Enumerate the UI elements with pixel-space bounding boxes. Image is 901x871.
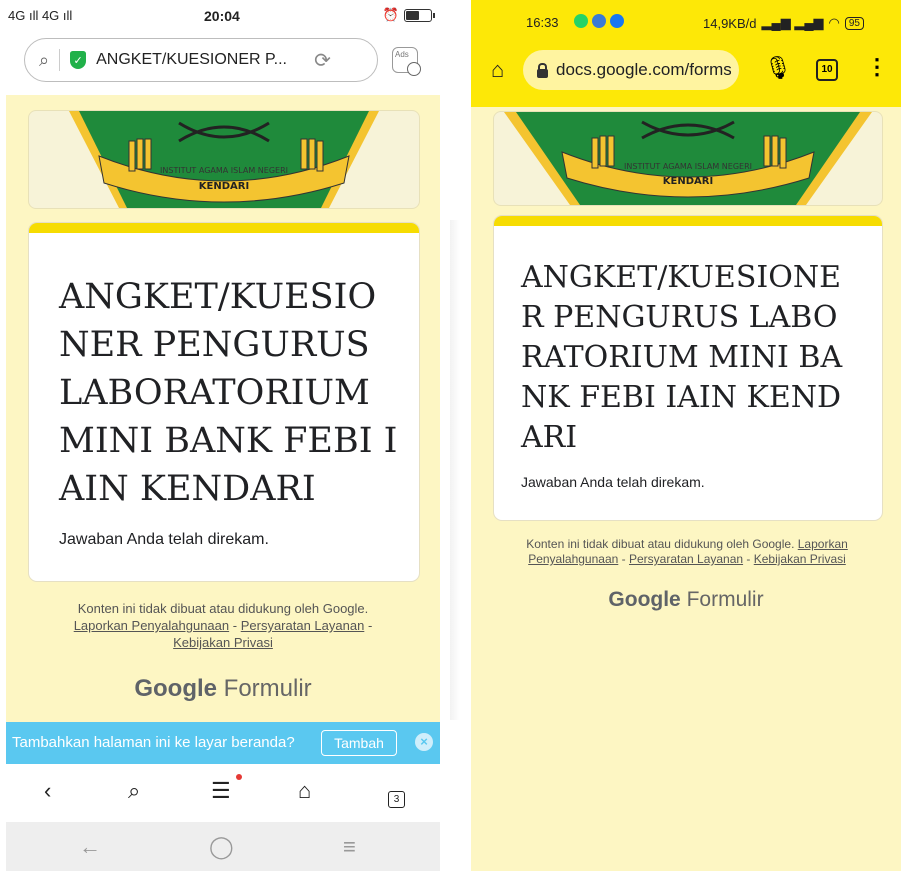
system-home-icon[interactable]: ◯: [209, 834, 234, 860]
form-header-image: INSTITUT AGAMA ISLAM NEGERI KENDARI: [28, 110, 420, 209]
browser-header: 16:33 14,9KB/d ▂▄▆ ▂▄▆ ◠ 95 ⌂ docs.googl…: [471, 0, 901, 107]
footer-disclaimer: Konten ini tidak dibuat atau didukung ol…: [526, 537, 848, 566]
iain-kendari-logo: INSTITUT AGAMA ISLAM NEGERI KENDARI: [69, 111, 379, 208]
add-button[interactable]: Tambah: [321, 730, 397, 756]
google-forms-logo[interactable]: Google Formulir: [6, 675, 440, 703]
tabs-icon[interactable]: 10: [816, 59, 838, 81]
form-card: ANGKET/KUESIONER PENGURUS LABORATORIUM M…: [493, 215, 883, 521]
form-header-image: INSTITUT AGAMA ISLAM NEGERI KENDARI: [493, 111, 883, 206]
address-bar[interactable]: docs.google.com/forms: [523, 50, 739, 90]
menu-icon[interactable]: ☰: [211, 778, 231, 804]
status-bar: 4G ıll 4G ıll 20:04 ⏰: [6, 0, 440, 30]
form-title: ANGKET/KUESIONER PENGURUS LABORATORIUM M…: [521, 260, 843, 455]
notification-dot: [236, 774, 242, 780]
whatsapp-icon: [574, 14, 588, 28]
wifi-icon: ◠: [828, 15, 840, 30]
facebook-icon: [610, 14, 624, 28]
svg-text:KENDARI: KENDARI: [199, 181, 249, 192]
terms-link[interactable]: Persyaratan Layanan: [629, 552, 743, 566]
more-icon[interactable]: ⋮: [866, 54, 888, 80]
add-to-home-prompt: Tambahkan halaman ini ke layar beranda? …: [6, 722, 440, 764]
svg-text:INSTITUT AGAMA ISLAM NEGERI: INSTITUT AGAMA ISLAM NEGERI: [624, 162, 752, 171]
screenshot-divider: [440, 0, 471, 871]
signal-icon: ▂▄▆ ▂▄▆: [761, 15, 824, 30]
response-message: Jawaban Anda telah direkam.: [521, 474, 705, 490]
svg-text:INSTITUT AGAMA ISLAM NEGERI: INSTITUT AGAMA ISLAM NEGERI: [160, 166, 288, 175]
url-text[interactable]: docs.google.com/forms: [556, 60, 731, 80]
home-icon[interactable]: ⌂: [491, 57, 504, 83]
status-bar: 16:33 14,9KB/d ▂▄▆ ▂▄▆ ◠ 95: [471, 0, 901, 40]
theme-bar: [494, 216, 882, 226]
system-nav-bar: ← ◯ ≡: [6, 822, 440, 871]
privacy-link[interactable]: Kebijakan Privasi: [754, 552, 846, 566]
system-back-icon[interactable]: ←: [79, 834, 101, 860]
system-recents-icon[interactable]: ≡: [343, 834, 356, 860]
right-phone-screen: 16:33 14,9KB/d ▂▄▆ ▂▄▆ ◠ 95 ⌂ docs.googl…: [471, 0, 901, 871]
mic-icon[interactable]: 🎙: [764, 55, 792, 81]
google-forms-logo[interactable]: Google Formulir: [471, 588, 901, 612]
tabs-icon[interactable]: 3: [388, 782, 405, 808]
theme-bar: [29, 223, 419, 233]
back-icon[interactable]: ‹: [44, 778, 51, 804]
browser-toolbar: ⌕ ✓ ANGKET/KUESIONER P... ⟳ Ads: [6, 30, 440, 95]
lock-icon: [537, 62, 548, 78]
page-title[interactable]: ANGKET/KUESIONER P...: [96, 51, 306, 69]
battery-icon: 95: [844, 16, 864, 30]
close-icon[interactable]: ×: [415, 733, 433, 751]
report-abuse-link[interactable]: Laporkan Penyalahgunaan: [74, 618, 229, 633]
app-icon: [592, 14, 606, 28]
prompt-text: Tambahkan halaman ini ke layar beranda?: [12, 734, 295, 751]
response-message: Jawaban Anda telah direkam.: [59, 531, 269, 548]
form-card: ANGKET/KUESIONER PENGURUS LABORATORIUM M…: [28, 222, 420, 582]
address-bar[interactable]: ⌕ ✓ ANGKET/KUESIONER P... ⟳: [24, 38, 378, 82]
alarm-icon: ⏰: [382, 7, 399, 22]
footer-disclaimer: Konten ini tidak dibuat atau didukung ol…: [73, 601, 373, 650]
battery-icon: [404, 8, 435, 22]
clock: 16:33: [526, 15, 559, 30]
network-speed: 14,9KB/d: [703, 15, 757, 31]
ad-block-icon[interactable]: Ads: [392, 47, 421, 76]
reload-icon[interactable]: ⟳: [314, 48, 331, 73]
home-icon[interactable]: ⌂: [298, 778, 311, 804]
form-title: ANGKET/KUESIONER PENGURUS LABORATORIUM M…: [59, 277, 398, 509]
signal-indicator: 4G ıll 4G ıll: [8, 8, 73, 23]
terms-link[interactable]: Persyaratan Layanan: [241, 618, 365, 633]
search-icon[interactable]: ⌕: [39, 50, 49, 71]
clock: 20:04: [204, 8, 240, 24]
svg-text:KENDARI: KENDARI: [663, 176, 713, 187]
search-icon[interactable]: ⌕: [128, 778, 140, 804]
shield-icon: ✓: [70, 51, 87, 69]
left-phone-screen: 4G ıll 4G ıll 20:04 ⏰ ⌕ ✓ ANGKET/KUESION…: [6, 0, 440, 871]
privacy-link[interactable]: Kebijakan Privasi: [173, 635, 273, 650]
iain-kendari-logo: INSTITUT AGAMA ISLAM NEGERI KENDARI: [504, 112, 872, 205]
browser-nav-bar: ‹ ⌕ ☰ ⌂ 3: [6, 764, 440, 822]
